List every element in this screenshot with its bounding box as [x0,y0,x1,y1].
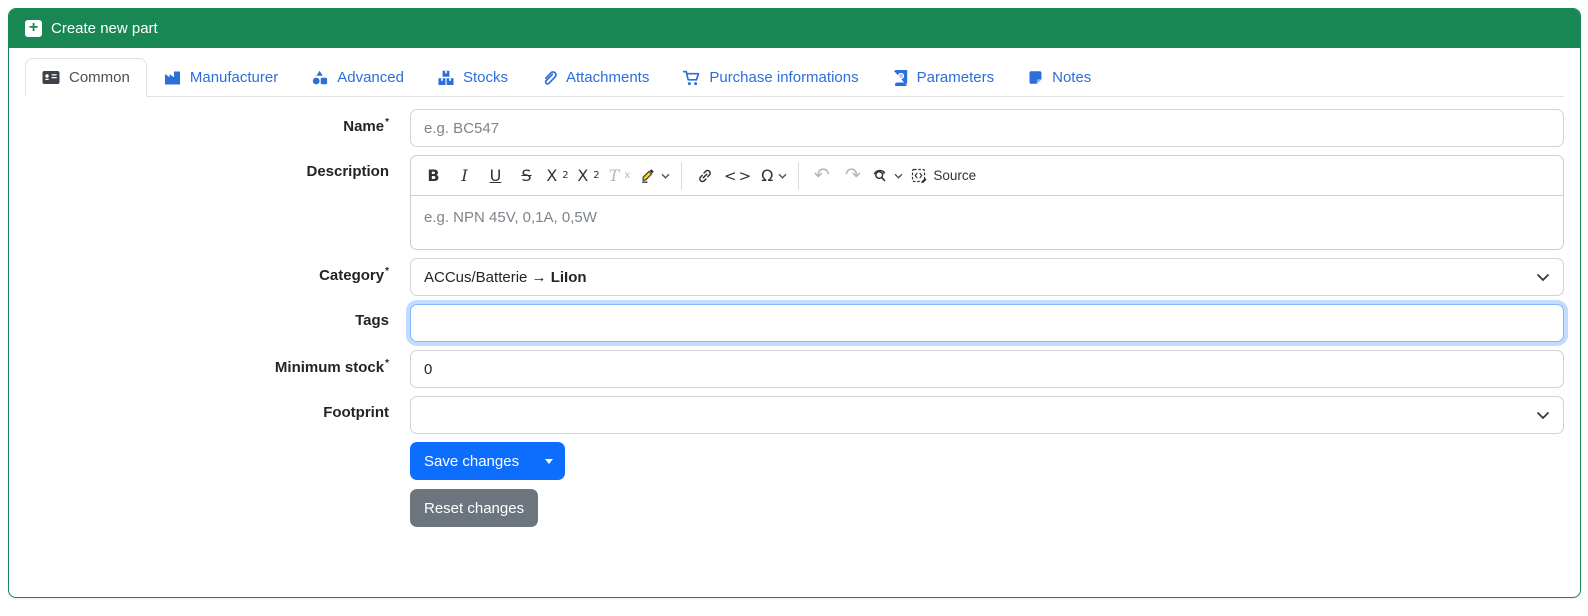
name-input[interactable] [410,109,1564,147]
sticky-note-icon [1029,71,1042,84]
tab-common[interactable]: Common [25,58,147,97]
toolbar-separator [798,161,800,190]
minimum-stock-label: Minimum stock* [274,358,389,376]
id-card-icon [42,71,60,84]
tab-label: Notes [1052,69,1092,86]
code-button[interactable]: <> [720,160,757,191]
link-icon [698,169,711,182]
subscript-button[interactable]: X2 [542,160,573,191]
special-characters-button[interactable]: Ω [757,160,791,191]
highlighter-icon [642,169,654,183]
name-label: Name* [343,117,389,135]
strikethrough-button[interactable]: S [511,160,542,191]
tab-purchase-informations[interactable]: Purchase informations [666,58,875,97]
chevron-down-icon [894,173,903,179]
create-part-card: + Create new part Common Manufacturer Ad… [8,8,1581,598]
category-row: Category* ACCus/Batterie → LiIon [25,258,1564,296]
italic-button[interactable]: I [449,160,480,191]
tags-row: Tags [25,304,1564,342]
underline-button[interactable]: U [480,160,511,191]
tab-stocks[interactable]: Stocks [421,58,525,97]
tags-input[interactable] [410,304,1564,342]
category-value: ACCus/Batterie → LiIon [424,268,587,286]
tab-label: Advanced [337,69,404,86]
footprint-label: Footprint [323,404,389,421]
description-row: Description B I U S X2 X2 Tx <> Ω ↶ ↷ So… [25,155,1564,250]
minimum-stock-input[interactable] [410,350,1564,388]
actions-row: Save changes Reset changes [25,442,1564,527]
tab-label: Stocks [462,69,508,86]
category-label: Category* [319,266,389,284]
chevron-down-icon [1536,273,1550,281]
paperclip-icon [544,70,557,85]
category-select[interactable]: ACCus/Batterie → LiIon [410,258,1564,296]
tags-label: Tags [355,312,389,329]
superscript-button[interactable]: X2 [573,160,604,191]
description-editor: B I U S X2 X2 Tx <> Ω ↶ ↷ Source e.g. NP… [410,155,1564,250]
tab-label: Common [69,69,130,86]
save-button-group: Save changes [410,442,566,480]
boxes-icon [438,70,454,85]
description-label: Description [306,163,389,180]
footprint-row: Footprint [25,396,1564,434]
plus-square-icon: + [25,20,42,37]
atlas-book-icon [893,69,907,86]
tab-label: Parameters [916,69,995,86]
tab-label: Attachments [565,69,650,86]
tab-notes[interactable]: Notes [1011,58,1108,97]
tab-bar: Common Manufacturer Advanced Stocks Atta… [25,58,1564,97]
link-button[interactable] [689,160,720,191]
source-code-icon [912,168,927,184]
save-dropdown-toggle[interactable] [533,442,566,480]
remove-format-button[interactable]: Tx [604,160,635,191]
tab-attachments[interactable]: Attachments [525,58,666,97]
undo-button[interactable]: ↶ [806,160,837,191]
bold-button[interactable]: B [418,160,449,191]
tab-advanced[interactable]: Advanced [295,58,421,97]
required-asterisk: * [385,358,389,369]
create-part-form: Name* Description B I [25,97,1564,527]
cart-icon [683,70,700,85]
chevron-down-icon [1536,411,1550,419]
highlight-button[interactable] [635,160,674,191]
required-asterisk: * [385,117,389,128]
find-replace-icon [873,169,886,181]
page-title: Create new part [51,20,158,37]
card-header: + Create new part [9,9,1580,48]
tab-manufacturer[interactable]: Manufacturer [147,58,295,97]
reset-button[interactable]: Reset changes [410,489,539,527]
redo-button[interactable]: ↷ [837,160,868,191]
description-editable[interactable]: e.g. NPN 45V, 0,1A, 0,5W [411,196,1563,249]
find-replace-button[interactable] [868,160,907,191]
shapes-icon [313,70,328,84]
name-row: Name* [25,109,1564,147]
chevron-down-icon [778,173,787,179]
tab-label: Manufacturer [189,69,279,86]
tab-parameters[interactable]: Parameters [876,58,1012,97]
caret-down-icon [545,458,554,464]
chevron-down-icon [661,173,670,179]
factory-icon [164,71,180,85]
footprint-select[interactable] [410,396,1564,434]
card-body: Common Manufacturer Advanced Stocks Atta… [9,48,1580,543]
minimum-stock-row: Minimum stock* [25,350,1564,388]
required-asterisk: * [385,266,389,277]
toolbar-separator [681,161,682,190]
editor-toolbar: B I U S X2 X2 Tx <> Ω ↶ ↷ Source [411,156,1563,196]
save-button[interactable]: Save changes [410,442,534,480]
source-button[interactable]: Source [907,160,980,191]
page: + Create new part Common Manufacturer Ad… [0,0,1588,616]
tab-label: Purchase informations [709,69,859,86]
